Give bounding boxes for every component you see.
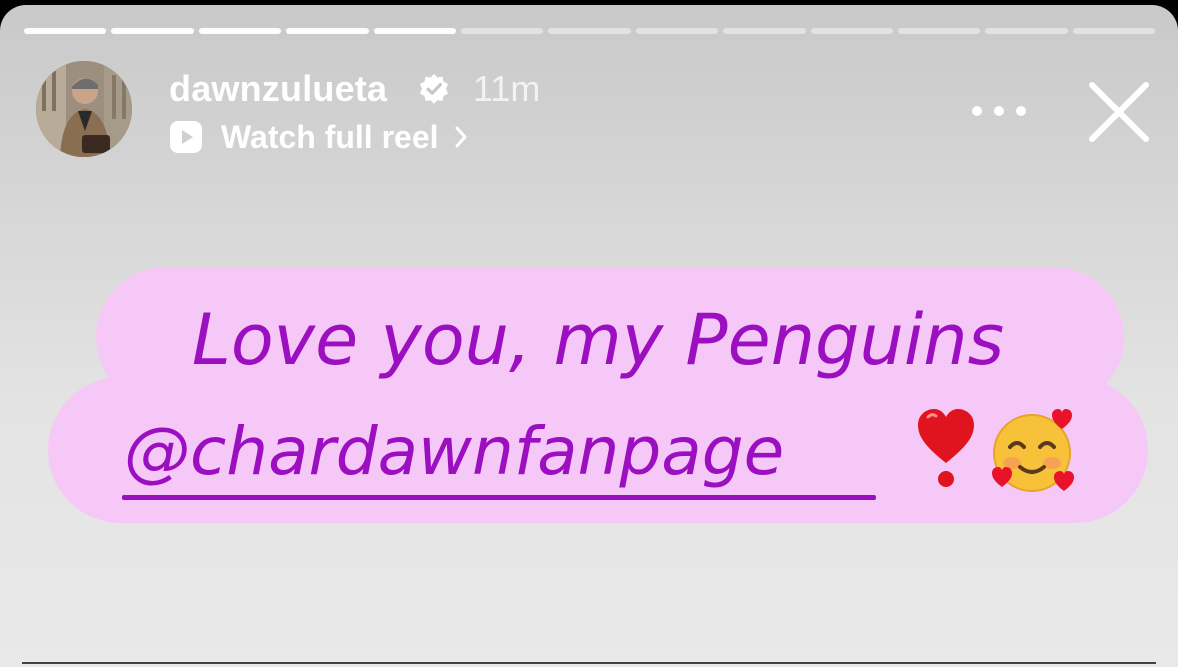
sticker-text-line: Love you, my Penguins xyxy=(191,299,1005,381)
story-viewer[interactable]: dawnzulueta 11m Watch full reel Love you… xyxy=(0,5,1178,667)
progress-segment xyxy=(373,28,456,34)
story-progress-bar xyxy=(24,28,1156,34)
reel-play-icon xyxy=(170,121,202,153)
text-sticker: Love you, my Penguins @chardawnfanpage xyxy=(48,267,1148,529)
more-options-icon xyxy=(972,106,982,116)
avatar[interactable] xyxy=(36,61,132,157)
smiling-face-with-hearts-emoji xyxy=(992,409,1074,492)
progress-segment xyxy=(460,28,544,34)
progress-segment xyxy=(985,28,1068,34)
chevron-right-icon xyxy=(455,126,467,148)
exclamation-heart-emoji xyxy=(918,409,974,487)
mention-underline xyxy=(122,495,876,500)
progress-segment xyxy=(1072,28,1156,34)
progress-segment xyxy=(198,28,282,34)
progress-segment xyxy=(286,28,369,34)
progress-segment xyxy=(24,28,107,34)
username[interactable]: dawnzulueta xyxy=(169,65,387,113)
close-icon[interactable] xyxy=(1086,79,1152,145)
progress-segment xyxy=(810,28,893,34)
progress-segment xyxy=(897,28,981,34)
bottom-divider xyxy=(22,662,1156,664)
progress-segment xyxy=(635,28,719,34)
more-options-dot xyxy=(994,106,1004,116)
watch-full-reel-label: Watch full reel xyxy=(221,119,439,155)
progress-segment xyxy=(111,28,194,34)
watch-full-reel-link[interactable]: Watch full reel xyxy=(169,115,471,159)
more-options-button[interactable] xyxy=(972,97,1026,125)
progress-segment xyxy=(723,28,806,34)
mention-link[interactable]: @chardawnfanpage xyxy=(124,407,784,497)
more-options-dot xyxy=(1016,106,1026,116)
progress-segment xyxy=(548,28,631,34)
avatar-photo xyxy=(36,61,132,157)
verified-badge-icon xyxy=(420,74,448,104)
post-time: 11m xyxy=(473,68,541,109)
